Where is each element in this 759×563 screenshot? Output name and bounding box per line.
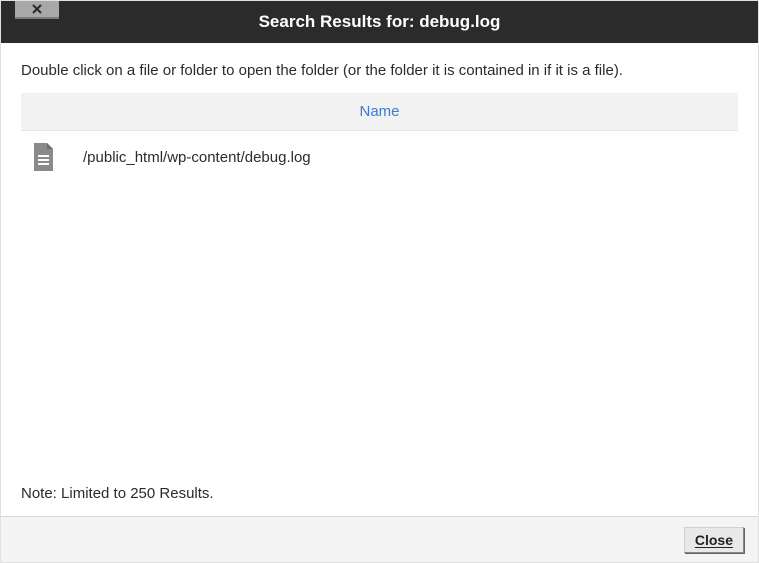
results-limit-note: Note: Limited to 250 Results. bbox=[21, 481, 738, 516]
table-body: /public_html/wp-content/debug.log bbox=[21, 131, 738, 481]
close-icon bbox=[31, 3, 43, 15]
instruction-text: Double click on a file or folder to open… bbox=[21, 61, 738, 81]
close-button[interactable]: Close bbox=[684, 527, 744, 553]
table-row[interactable]: /public_html/wp-content/debug.log bbox=[21, 131, 738, 183]
table-header[interactable]: Name bbox=[21, 93, 738, 131]
column-header-name: Name bbox=[359, 103, 399, 120]
close-tab-button[interactable] bbox=[15, 1, 59, 19]
dialog-title: Search Results for: debug.log bbox=[1, 12, 758, 32]
dialog-titlebar: Search Results for: debug.log bbox=[1, 1, 758, 43]
results-table: Name /public_html/wp-content/debug.log bbox=[21, 93, 738, 481]
file-icon bbox=[31, 143, 55, 171]
dialog-footer: Close bbox=[1, 516, 758, 562]
dialog-content: Double click on a file or folder to open… bbox=[1, 43, 758, 516]
file-path: /public_html/wp-content/debug.log bbox=[83, 149, 311, 166]
